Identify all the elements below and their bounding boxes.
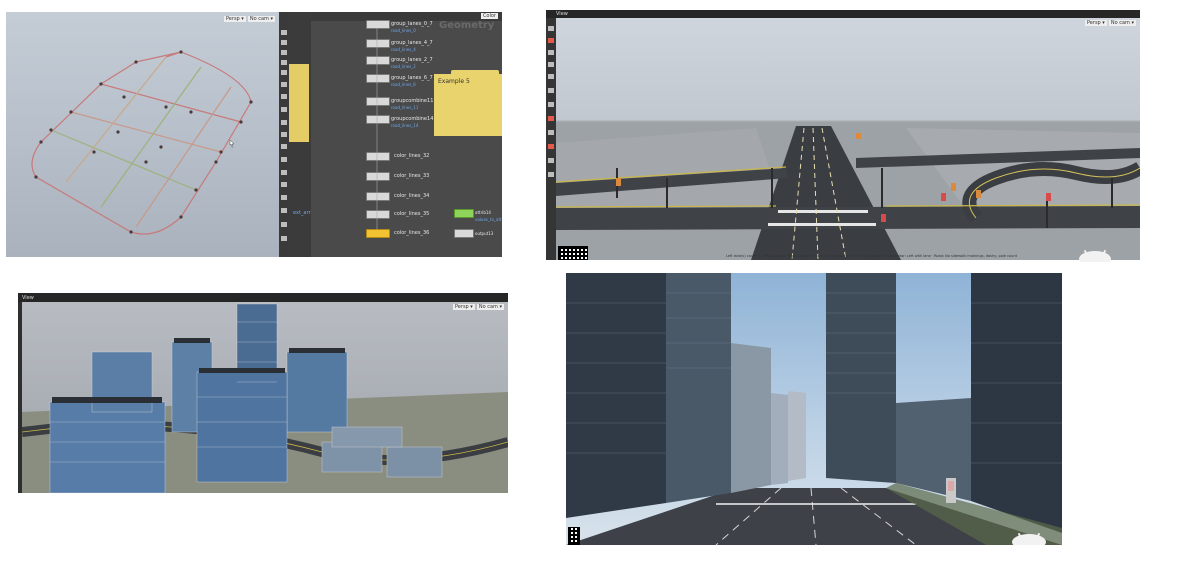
node-label: group_lanes_2_7 [391,57,433,63]
pane-header: View [18,293,508,302]
node-label: group_lanes_0_7 [391,21,433,27]
network-title: Geometry [439,20,495,31]
node-label: color_lines_33 [394,173,430,179]
node-sublabel: road_lines_6 [391,82,416,87]
houdini-panel-buildings: View Persp ▾ No cam ▾ [18,293,508,493]
viewport-3d[interactable]: Left lane(s) count 3 · Middle lanes: Rig… [555,18,1140,260]
qr-code [568,527,580,545]
camera-button[interactable]: No cam ▾ [476,304,504,310]
pane-header: View [546,10,1140,18]
sticky-note-label: Example 5 [438,78,470,85]
node-sublabel: road_lines_0 [391,28,416,33]
node-output[interactable] [454,229,474,238]
node-sublabel: road_lines_14 [391,123,419,128]
node-label: groupcombine14 [391,116,434,122]
node-attribwrangle[interactable] [454,209,474,218]
rendered-city-street [566,273,1062,545]
color-pane-button[interactable]: Color [480,13,498,19]
node-sublabel: road_lines_2 [391,64,416,69]
watermark-logo [1079,249,1111,262]
status-bar-text: Left lane(s) count 3 · Middle lanes: Rig… [726,254,1017,258]
persp-button[interactable]: Persp ▾ [1084,20,1107,26]
persp-button[interactable]: Persp ▾ [452,304,475,310]
viewport-3d[interactable]: Persp ▾ No cam ▾ [6,12,279,257]
node-label: group_lanes_4_7 [391,40,433,46]
node-wires [376,28,378,230]
node-sublabel: road_lines_11 [391,105,419,110]
node-label: color_lines_35 [394,211,430,217]
node-sublabel: values_to_attr [475,217,502,222]
viewport-3d[interactable]: Persp ▾ No cam ▾ [21,302,508,493]
pane-title: View [22,295,34,301]
node-label: color_lines_34 [394,193,430,199]
mouse-cursor-icon [229,139,235,148]
node-label: color_lines_36 [394,230,430,236]
street-render [566,273,1062,545]
road-grid-curves [31,50,253,235]
sticky-note-partial[interactable] [289,64,309,142]
houdini-panel-curves: Persp ▾ No cam ▾ Color ext_arr Geometry … [6,12,502,257]
node-label: attrib14 [475,210,491,215]
left-column-label: ext_arr [293,210,311,216]
camera-button[interactable]: No cam ▾ [1108,20,1136,26]
node-label: color_lines_32 [394,153,430,159]
watermark-logo [1012,532,1046,545]
toolbar-icons[interactable] [546,18,556,260]
camera-button[interactable]: No cam ▾ [247,16,275,22]
render-image [566,273,1062,545]
sticky-note[interactable]: Example 5 [434,74,502,136]
road-network-scene [555,126,1140,260]
viewport-toolbar [546,18,556,260]
node-sublabel: road_lines_4 [391,47,416,52]
viewport-toolbar [279,12,289,257]
pane-title: View [556,11,568,17]
persp-button[interactable]: Persp ▾ [223,16,246,22]
node-label: output13 [475,231,494,236]
houdini-panel-roads: View Left lane(s) count 3 · Middle lanes… [546,10,1140,260]
node-label: group_lanes_6_7 [391,75,433,81]
buildings-scene [21,303,508,493]
node-label: groupcombine11 [391,98,434,104]
qr-code [558,246,588,260]
toolbar-icons[interactable] [279,12,289,257]
